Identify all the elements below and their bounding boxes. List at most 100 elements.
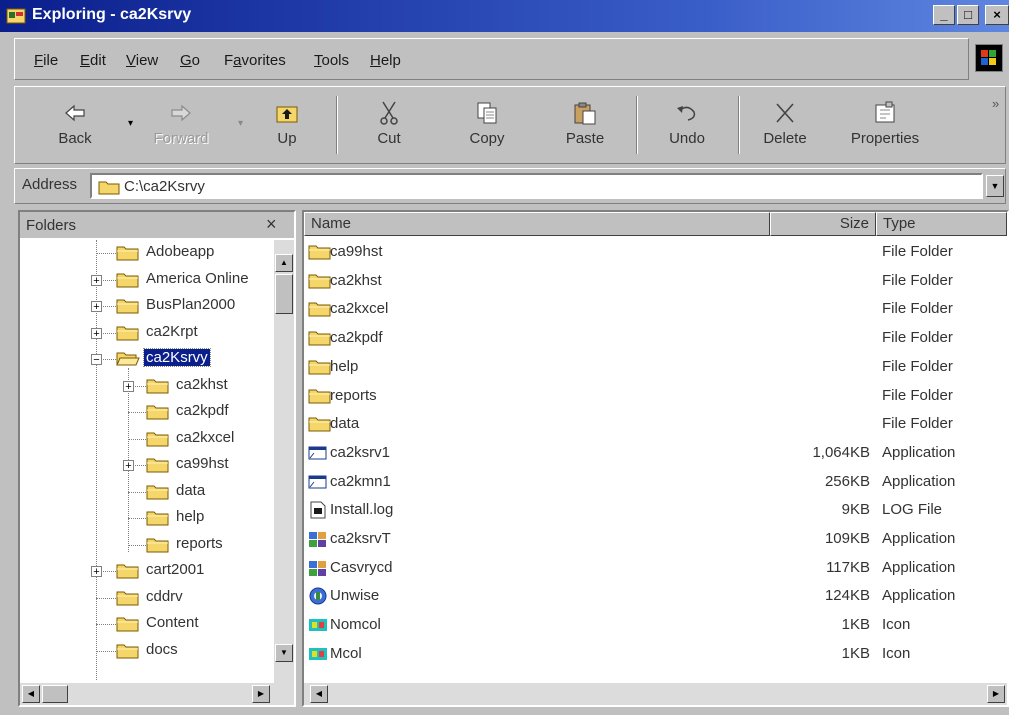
folder-icon bbox=[146, 377, 170, 395]
file-row[interactable]: Nomcol 1KB Icon bbox=[304, 611, 1007, 640]
folder-tree-horizontal-scrollbar[interactable]: ◀ ▶ bbox=[20, 683, 294, 705]
up-folder-icon bbox=[276, 106, 298, 123]
cut-button[interactable]: Cut bbox=[354, 94, 424, 158]
collapse-icon[interactable]: − bbox=[91, 354, 102, 366]
file-row[interactable]: reports File Folder bbox=[304, 382, 1007, 411]
tree-connector bbox=[96, 253, 116, 254]
folder-icon bbox=[308, 415, 332, 433]
window-title: Exploring - ca2Ksrvy bbox=[32, 6, 192, 23]
file-row[interactable]: ca2khst File Folder bbox=[304, 267, 1007, 296]
file-row[interactable]: help File Folder bbox=[304, 353, 1007, 382]
tree-connector bbox=[96, 598, 116, 599]
file-row[interactable]: Install.log 9KB LOG File bbox=[304, 496, 1007, 525]
expand-icon[interactable]: + bbox=[123, 460, 134, 472]
column-header-type[interactable]: Type bbox=[876, 212, 1007, 236]
expand-icon[interactable]: + bbox=[91, 301, 102, 313]
menu-edit[interactable]: Edit bbox=[80, 52, 106, 69]
file-name: help bbox=[330, 358, 359, 375]
expand-icon[interactable]: + bbox=[91, 566, 102, 578]
menu-view[interactable]: View bbox=[126, 52, 158, 69]
column-header-name[interactable]: Name bbox=[304, 212, 770, 236]
scroll-right-icon[interactable]: ▶ bbox=[987, 685, 1005, 703]
scissors-icon bbox=[380, 101, 398, 125]
back-dropdown-icon[interactable]: ▾ bbox=[128, 118, 133, 129]
forward-button[interactable]: Forward bbox=[146, 94, 216, 158]
copy-button[interactable]: Copy bbox=[452, 94, 522, 158]
title-bar[interactable]: Exploring - ca2Ksrvy _ □ × bbox=[0, 0, 1009, 32]
file-size: 1KB bbox=[841, 645, 870, 662]
toolbar-separator bbox=[636, 96, 638, 154]
expand-icon[interactable]: + bbox=[91, 328, 102, 340]
file-row[interactable]: Mcol 1KB Icon bbox=[304, 640, 1007, 669]
tree-item-label: help bbox=[176, 508, 205, 525]
file-row[interactable]: ca2ksrvT 109KB Application bbox=[304, 525, 1007, 554]
folder-icon bbox=[146, 536, 170, 554]
file-list: ca99hst File Folder ca2khst File Folder ca2k… bbox=[304, 238, 1007, 684]
undo-button[interactable]: Undo bbox=[652, 94, 722, 158]
folder-icon bbox=[308, 300, 332, 318]
file-row[interactable]: ca2kpdf File Folder bbox=[304, 324, 1007, 353]
folder-icon bbox=[116, 589, 140, 607]
file-list-horizontal-scrollbar[interactable]: ◀ ▶ bbox=[304, 683, 1007, 705]
minimize-button[interactable]: _ bbox=[933, 5, 955, 25]
folder-icon bbox=[116, 297, 140, 315]
file-type: Application bbox=[882, 473, 956, 490]
file-name: data bbox=[330, 415, 360, 432]
menu-tools[interactable]: Tools bbox=[314, 52, 349, 69]
tree-connector bbox=[128, 518, 146, 519]
file-name: Mcol bbox=[330, 645, 362, 662]
address-dropdown-icon[interactable]: ▼ bbox=[986, 175, 1004, 197]
close-window-button[interactable]: × bbox=[985, 5, 1009, 25]
scrollbar-thumb[interactable] bbox=[275, 274, 293, 314]
paste-icon bbox=[574, 102, 596, 125]
menu-go[interactable]: Go bbox=[180, 52, 200, 69]
tree-item-label: reports bbox=[176, 535, 223, 552]
delete-button[interactable]: Delete bbox=[750, 94, 820, 158]
forward-dropdown-icon[interactable]: ▾ bbox=[238, 118, 243, 129]
menu-help[interactable]: Help bbox=[370, 52, 401, 69]
scroll-down-icon[interactable]: ▼ bbox=[275, 644, 293, 662]
file-row[interactable]: data File Folder bbox=[304, 410, 1007, 439]
properties-button[interactable]: Properties bbox=[838, 94, 932, 158]
tree-connector bbox=[128, 492, 146, 493]
file-row[interactable]: ca2kmn1 256KB Application bbox=[304, 468, 1007, 497]
address-input[interactable]: C:\ca2Ksrvy bbox=[90, 173, 983, 199]
back-button[interactable]: Back bbox=[40, 94, 110, 158]
column-header-size[interactable]: Size bbox=[770, 212, 876, 236]
tree-item-label: ca2kpdf bbox=[176, 402, 229, 419]
expand-icon[interactable]: + bbox=[91, 275, 102, 287]
scroll-left-icon[interactable]: ◀ bbox=[22, 685, 40, 703]
file-size: 124KB bbox=[824, 587, 870, 604]
close-pane-icon[interactable]: × bbox=[266, 214, 277, 235]
scroll-up-icon[interactable]: ▲ bbox=[275, 254, 293, 272]
folder-tree-vertical-scrollbar[interactable]: ▲ ▼ bbox=[274, 240, 294, 683]
menu-file[interactable]: File bbox=[34, 52, 58, 69]
file-row[interactable]: Casvrycd 117KB Application bbox=[304, 554, 1007, 583]
toolbar-overflow-chevron-icon[interactable]: » bbox=[992, 96, 999, 111]
toolbar: Back ▾ Forward ▾ Up Cut Copy Paste Undo … bbox=[0, 84, 1009, 166]
menu-favorites[interactable]: Favorites bbox=[224, 52, 286, 69]
folder-tree: Adobeapp + America Online + BusPlan2000 + ca2K… bbox=[20, 240, 276, 681]
file-row[interactable]: ca99hst File Folder bbox=[304, 238, 1007, 267]
address-value: C:\ca2Ksrvy bbox=[124, 178, 205, 195]
scroll-right-icon[interactable]: ▶ bbox=[252, 685, 270, 703]
file-name: Casvrycd bbox=[330, 559, 393, 576]
up-button[interactable]: Up bbox=[252, 94, 322, 158]
paste-button[interactable]: Paste bbox=[550, 94, 620, 158]
folder-icon bbox=[146, 456, 170, 474]
file-name: ca2kpdf bbox=[330, 329, 383, 346]
expand-icon[interactable]: + bbox=[123, 381, 134, 393]
file-row[interactable]: Unwise 124KB Application bbox=[304, 582, 1007, 611]
file-row[interactable]: ca2ksrv1 1,064KB Application bbox=[304, 439, 1007, 468]
scrollbar-thumb[interactable] bbox=[42, 685, 68, 703]
maximize-button[interactable]: □ bbox=[957, 5, 979, 25]
copy-icon bbox=[477, 102, 497, 124]
file-name: reports bbox=[330, 387, 377, 404]
tree-item-label: ca2Ksrvy bbox=[143, 348, 211, 367]
file-row[interactable]: ca2kxcel File Folder bbox=[304, 295, 1007, 324]
folder-icon bbox=[308, 329, 332, 347]
scroll-left-icon[interactable]: ◀ bbox=[310, 685, 328, 703]
windows-logo-icon bbox=[975, 44, 1003, 72]
folder-icon bbox=[308, 387, 332, 405]
properties-icon bbox=[875, 101, 895, 123]
